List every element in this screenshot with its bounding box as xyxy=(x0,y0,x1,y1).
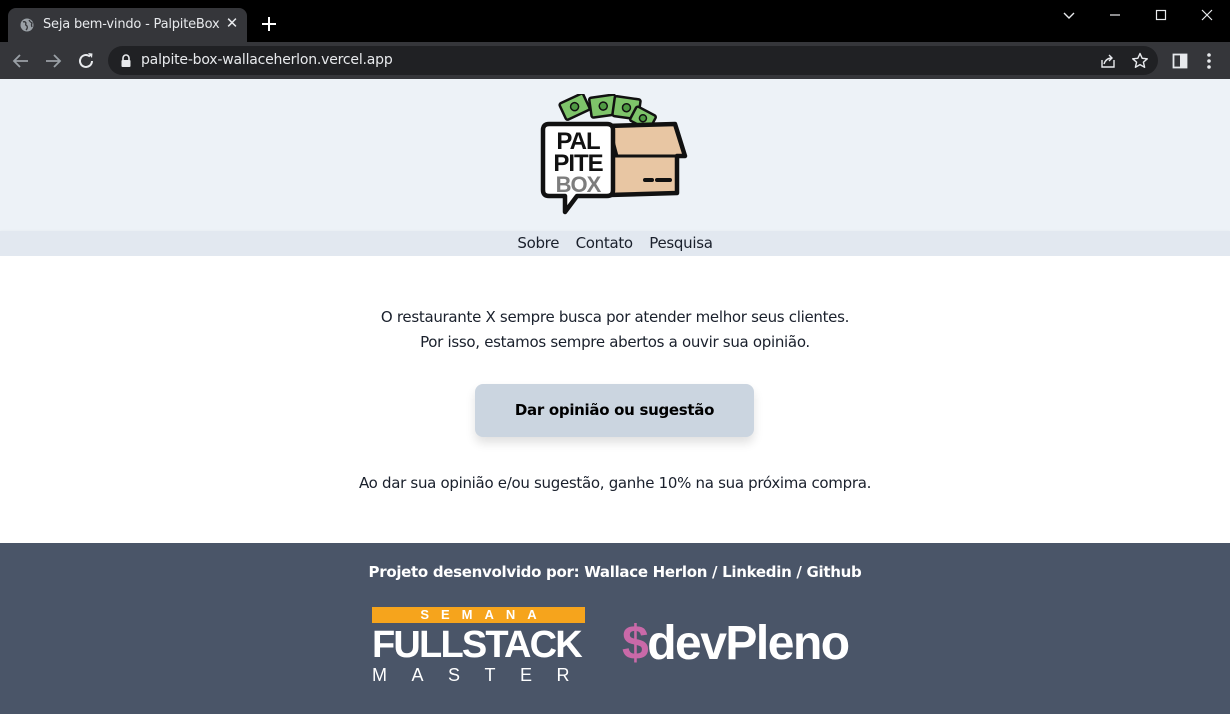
nav-link-pesquisa[interactable]: Pesquisa xyxy=(649,231,713,256)
chevron-down-icon[interactable] xyxy=(1058,4,1080,26)
intro-text: O restaurante X sempre busca por atender… xyxy=(0,305,1230,355)
kebab-menu-icon[interactable] xyxy=(1198,50,1220,72)
speech-bubble: PAL PITE BOX xyxy=(540,121,616,215)
lock-icon[interactable] xyxy=(119,53,133,68)
close-window-icon[interactable] xyxy=(1196,4,1218,26)
tab-title: Seja bem-vindo - PalpiteBox xyxy=(43,17,220,32)
give-feedback-button[interactable]: Dar opinião ou sugestão xyxy=(475,384,754,437)
maximize-icon[interactable] xyxy=(1150,4,1172,26)
share-icon[interactable] xyxy=(1098,51,1118,71)
fsm-top: SEMANA xyxy=(372,607,585,623)
forward-icon[interactable] xyxy=(42,50,64,72)
fsm-main: FULLSTACK xyxy=(372,624,583,666)
intro-line-2: Por isso, estamos sempre abertos a ouvir… xyxy=(420,333,810,351)
site-nav: Sobre Contato Pesquisa xyxy=(0,231,1230,256)
site-header: PAL PITE BOX xyxy=(0,79,1230,231)
site-footer: Projeto desenvolvido por: Wallace Herlon… xyxy=(0,543,1230,714)
nav-link-contato[interactable]: Contato xyxy=(576,231,634,256)
side-panel-icon[interactable] xyxy=(1169,50,1191,72)
credits-line: Projeto desenvolvido por: Wallace Herlon… xyxy=(0,563,1230,581)
star-icon[interactable] xyxy=(1130,51,1150,71)
logo-text-line3: BOX xyxy=(556,172,602,197)
browser-tab[interactable]: Seja bem-vindo - PalpiteBox ✕ xyxy=(8,8,247,42)
url-text[interactable]: palpite-box-wallaceherlon.vercel.app xyxy=(141,52,393,68)
fsm-bottom: MASTER xyxy=(372,665,595,685)
intro-line-1: O restaurante X sempre busca por atender… xyxy=(380,308,850,326)
credits-prefix: Projeto desenvolvido por: xyxy=(368,563,580,581)
back-icon[interactable] xyxy=(10,50,32,72)
author-link[interactable]: Wallace Herlon xyxy=(584,563,707,581)
minimize-icon[interactable] xyxy=(1104,4,1126,26)
devpleno-dollar: $ xyxy=(622,617,649,670)
browser-tabstrip: Seja bem-vindo - PalpiteBox ✕ xyxy=(0,0,1230,42)
close-icon[interactable]: ✕ xyxy=(224,16,240,32)
linkedin-link[interactable]: Linkedin xyxy=(722,563,792,581)
palpitebox-logo[interactable]: PAL PITE BOX xyxy=(537,94,691,216)
address-bar[interactable]: palpite-box-wallaceherlon.vercel.app xyxy=(108,46,1158,75)
fullstack-master-logo[interactable]: SEMANA FULLSTACK MASTER xyxy=(372,606,595,685)
box-shape xyxy=(604,121,688,198)
separator: / xyxy=(796,563,802,581)
globe-icon xyxy=(20,18,34,32)
promo-text: Ao dar sua opinião e/ou sugestão, ganhe … xyxy=(358,474,872,492)
browser-toolbar: palpite-box-wallaceherlon.vercel.app xyxy=(0,42,1230,79)
devpleno-name: devPleno xyxy=(647,617,850,670)
plus-icon[interactable] xyxy=(258,13,280,35)
devpleno-logo[interactable]: $devPleno xyxy=(622,617,850,670)
main-content: O restaurante X sempre busca por atender… xyxy=(0,256,1230,543)
github-link[interactable]: Github xyxy=(807,563,862,581)
nav-link-sobre[interactable]: Sobre xyxy=(517,231,559,256)
reload-icon[interactable] xyxy=(75,50,97,72)
separator: / xyxy=(712,563,718,581)
